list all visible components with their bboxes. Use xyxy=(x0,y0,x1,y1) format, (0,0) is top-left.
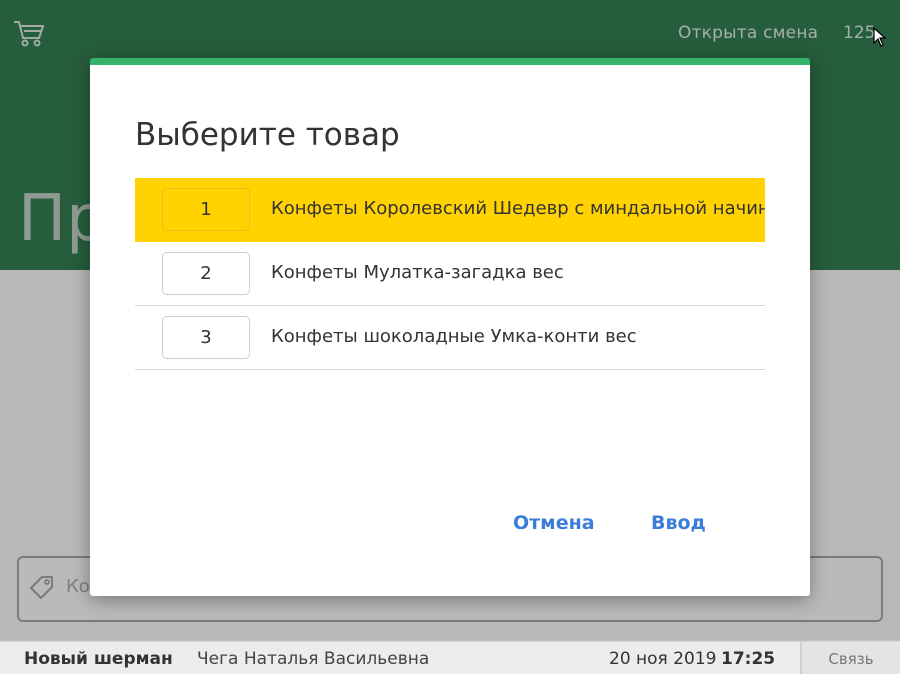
item-name: Конфеты Королевский Шедевр с миндальной … xyxy=(271,198,765,219)
mouse-cursor-icon xyxy=(873,27,887,47)
list-item[interactable]: 3 Конфеты шоколадные Умка-конти вес xyxy=(135,306,765,370)
enter-button[interactable]: Ввод xyxy=(651,512,706,534)
shop-name: Новый шерман xyxy=(24,649,173,669)
product-list: 1 Конфеты Королевский Шедевр с миндально… xyxy=(135,178,765,370)
current-time: 17:25 xyxy=(721,649,776,669)
item-name: Конфеты Мулатка-загадка вес xyxy=(271,262,564,283)
status-bar: Новый шерман Чега Наталья Васильевна 20 … xyxy=(0,641,900,674)
cashier-name: Чега Наталья Васильевна xyxy=(197,649,430,669)
item-name: Конфеты шоколадные Умка-конти вес xyxy=(271,326,637,347)
current-date: 20 ноя 2019 xyxy=(609,649,717,669)
cancel-button[interactable]: Отмена xyxy=(513,512,595,534)
select-product-dialog: Выберите товар 1 Конфеты Королевский Шед… xyxy=(90,58,810,596)
connection-button[interactable]: Связь xyxy=(800,642,900,674)
dialog-title: Выберите товар xyxy=(135,117,400,153)
item-number: 3 xyxy=(162,316,250,359)
item-number: 2 xyxy=(162,252,250,295)
list-item[interactable]: 1 Конфеты Королевский Шедевр с миндально… xyxy=(135,178,765,242)
connection-label: Связь xyxy=(828,649,874,668)
list-item[interactable]: 2 Конфеты Мулатка-загадка вес xyxy=(135,242,765,306)
item-number: 1 xyxy=(162,188,250,231)
